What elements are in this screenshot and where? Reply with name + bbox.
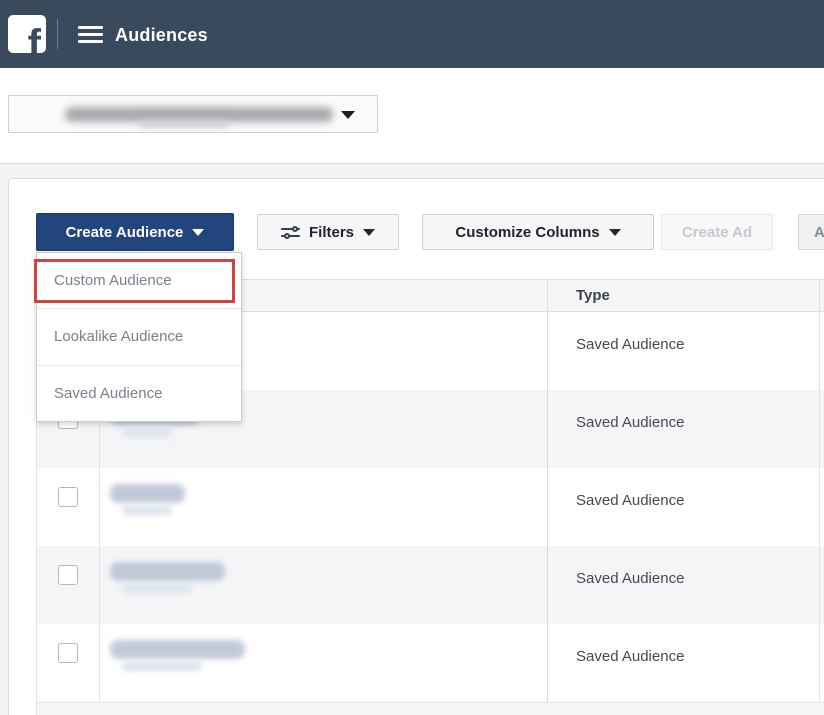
table-row[interactable]: Saved Audience <box>37 546 824 624</box>
create-audience-dropdown-menu: Custom Audience Lookalike Audience Saved… <box>36 252 242 422</box>
audiences-card: Create Audience Filters Customize Column… <box>8 178 824 715</box>
facebook-logo-icon[interactable]: f <box>8 15 46 53</box>
chevron-down-icon <box>608 228 621 236</box>
create-ad-button: Create Ad <box>661 214 773 250</box>
menu-item-lookalike-audience[interactable]: Lookalike Audience <box>37 309 241 366</box>
actions-label-partial: A <box>814 223 824 241</box>
filters-label: Filters <box>308 223 354 241</box>
audience-type: Saved Audience <box>576 336 685 353</box>
account-subtext-redacted <box>139 120 229 127</box>
app-header: f Audiences <box>0 0 824 68</box>
row-checkbox[interactable] <box>58 487 78 507</box>
customize-columns-button[interactable]: Customize Columns <box>422 214 654 250</box>
row-checkbox[interactable] <box>58 643 78 663</box>
table-row-partial <box>37 702 824 715</box>
filters-button[interactable]: Filters <box>257 214 399 250</box>
row-checkbox[interactable] <box>58 565 78 585</box>
menu-item-saved-audience[interactable]: Saved Audience <box>37 366 241 421</box>
audiences-page: f Audiences Create Audience Filters Cust… <box>0 0 824 715</box>
chevron-down-icon <box>363 228 375 236</box>
chevron-down-icon <box>341 111 355 119</box>
audience-type: Saved Audience <box>576 492 685 509</box>
create-ad-label: Create Ad <box>681 223 753 241</box>
ad-account-selector[interactable] <box>8 95 378 133</box>
header-divider <box>57 19 58 49</box>
audience-name-redacted <box>110 640 245 659</box>
actions-button-partial[interactable]: A <box>798 214 824 250</box>
filter-sliders-icon <box>280 225 300 240</box>
type-column-header: Type <box>548 280 820 311</box>
audience-name-redacted <box>110 484 185 503</box>
audience-type: Saved Audience <box>576 648 685 665</box>
menu-item-custom-audience[interactable]: Custom Audience <box>37 253 241 310</box>
hamburger-menu-icon[interactable] <box>78 26 103 43</box>
audience-name-redacted <box>110 562 225 581</box>
table-row[interactable]: Saved Audience <box>37 624 824 702</box>
type-column-label: Type <box>576 287 610 304</box>
chevron-down-icon <box>192 228 205 236</box>
audience-type: Saved Audience <box>576 570 685 587</box>
create-audience-button[interactable]: Create Audience <box>36 213 234 251</box>
create-audience-label: Create Audience <box>65 223 184 241</box>
customize-columns-label: Customize Columns <box>455 223 600 241</box>
audience-type: Saved Audience <box>576 414 685 431</box>
page-title: Audiences <box>115 25 208 45</box>
table-row[interactable]: Saved Audience <box>37 468 824 546</box>
